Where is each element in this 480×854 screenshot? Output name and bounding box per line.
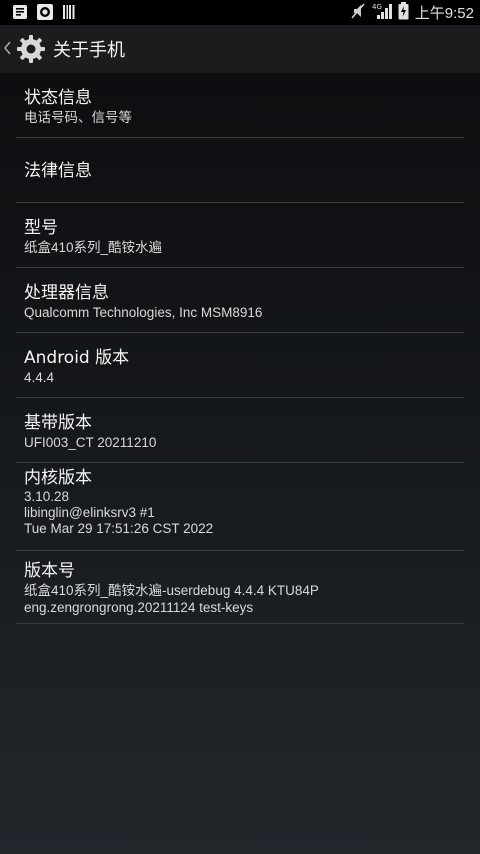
item-title: 基带版本 xyxy=(24,413,92,433)
android-version-item[interactable]: Android 版本 4.4.4 xyxy=(16,333,464,398)
item-summary: 电话号码、信号等 xyxy=(24,110,132,125)
back-chevron-icon[interactable] xyxy=(3,40,13,59)
signal-4g-icon: 4G xyxy=(372,2,392,24)
item-value-line: libinglin@elinksrv3 #1 xyxy=(24,505,155,520)
model-item: 型号 纸盒410系列_酷铵水遍 xyxy=(16,203,464,268)
processor-info-item: 处理器信息 Qualcomm Technologies, Inc MSM8916 xyxy=(16,268,464,333)
item-value: 纸盒410系列_酷铵水遍 xyxy=(24,240,163,255)
item-title: Android 版本 xyxy=(24,348,130,368)
item-value-line: Tue Mar 29 17:51:26 CST 2022 xyxy=(24,521,214,536)
action-bar[interactable]: 关于手机 xyxy=(0,25,480,73)
notification-record-icon xyxy=(36,3,54,25)
kernel-version-item: 内核版本 3.10.28 libinglin@elinksrv3 #1 Tue … xyxy=(16,463,464,551)
status-info-item[interactable]: 状态信息 电话号码、信号等 xyxy=(16,73,464,138)
battery-charging-icon xyxy=(398,1,409,24)
item-title: 法律信息 xyxy=(24,161,92,181)
item-title: 状态信息 xyxy=(24,88,92,108)
build-number-item[interactable]: 版本号 纸盒410系列_酷铵水遍-userdebug 4.4.4 KTU84P … xyxy=(16,551,464,624)
page-title: 关于手机 xyxy=(53,40,125,61)
notification-barcode-icon xyxy=(62,4,76,24)
item-value-line: eng.zengrongrong.20211124 test-keys xyxy=(24,600,254,615)
status-time: 上午9:52 xyxy=(414,5,474,22)
muted-icon xyxy=(350,2,366,24)
svg-text:4G: 4G xyxy=(372,3,382,11)
legal-info-item[interactable]: 法律信息 xyxy=(16,138,464,203)
status-bar: 4G 上午9:52 xyxy=(0,0,480,25)
baseband-version-item: 基带版本 UFI003_CT 20211210 xyxy=(16,398,464,463)
item-title: 处理器信息 xyxy=(24,283,109,303)
item-value: Qualcomm Technologies, Inc MSM8916 xyxy=(24,305,263,320)
item-value: UFI003_CT 20211210 xyxy=(24,435,157,450)
item-title: 型号 xyxy=(24,218,58,238)
item-value: 4.4.4 xyxy=(24,370,55,385)
item-title: 版本号 xyxy=(24,561,75,581)
settings-gear-icon[interactable] xyxy=(16,34,46,64)
item-value-line: 纸盒410系列_酷铵水遍-userdebug 4.4.4 KTU84P xyxy=(24,583,319,598)
notification-message-icon xyxy=(12,4,28,24)
about-phone-list: 状态信息 电话号码、信号等 法律信息 型号 纸盒410系列_酷铵水遍 处理器信息… xyxy=(16,73,464,624)
item-title: 内核版本 xyxy=(24,468,92,488)
item-value-line: 3.10.28 xyxy=(24,489,70,504)
